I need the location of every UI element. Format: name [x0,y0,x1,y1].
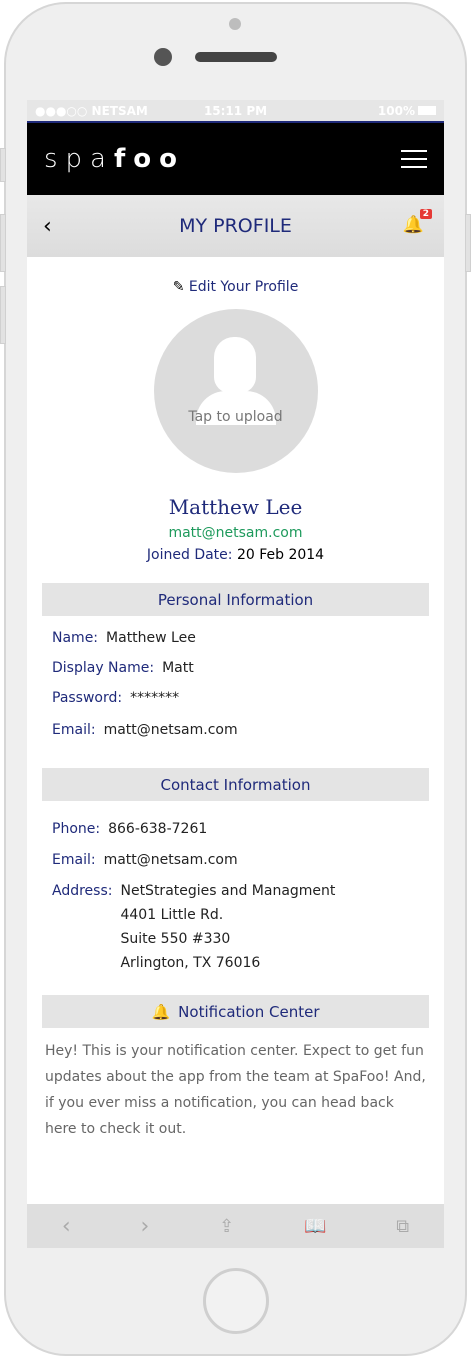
contact-info-header: Contact Information [42,768,429,801]
notification-text: Hey! This is your notification center. E… [45,1043,426,1137]
front-camera [154,48,172,66]
spafoo-logo[interactable]: spafoo [44,144,185,174]
email-value: matt@netsam.com [103,722,238,738]
app-bar: spafoo [27,123,444,195]
pencil-icon: ✎ [172,279,185,295]
mute-switch [0,148,6,182]
contact-email-label: Email: [52,852,96,868]
share-icon[interactable]: ⇪ [219,1216,234,1237]
profile-name: Matthew Lee [168,495,303,519]
volume-up-button [0,214,6,272]
tabs-icon[interactable]: ⧉ [396,1216,409,1237]
clock: 15:11 PM [203,103,268,118]
joined-label: Joined Date: [146,547,233,563]
power-button [465,214,471,272]
browser-forward-icon[interactable]: › [141,1214,150,1239]
screen: ●●●○○ NETSAM 15:11 PM 100% spafoo ‹ MY P… [27,100,444,1248]
hamburger-menu-icon[interactable] [401,150,427,168]
profile-email: matt@netsam.com [168,525,303,541]
password-label: Password: [52,690,123,706]
earpiece-speaker [195,52,277,62]
personal-info: Name: Matthew Lee Display Name: Matt Passw… [27,630,444,752]
back-chevron-icon[interactable]: ‹ [43,214,52,239]
person-silhouette-icon [213,337,256,393]
joined-value: 20 Feb 2014 [236,547,325,563]
home-button[interactable] [203,1268,269,1334]
notification-badge: 2 [419,209,432,219]
personal-info-header: Personal Information [42,583,429,616]
browser-toolbar: ‹ › ⇪ 📖 ⧉ [27,1204,444,1248]
phone-value: 866-638-7261 [108,821,208,837]
volume-down-button [0,286,6,344]
edit-profile-link[interactable]: ✎ Edit Your Profile [27,279,444,295]
address-value: NetStrategies and Managment 4401 Little R… [120,883,336,971]
password-value: ******* [130,690,180,706]
name-label: Name: [52,630,99,646]
upload-hint: Tap to upload [188,409,283,425]
status-bar: ●●●○○ NETSAM 15:11 PM 100% [27,100,444,123]
display-name-value: Matt [162,660,194,676]
contact-info: Phone: 866-638-7261 Email: matt@netsam.com… [27,821,444,975]
display-name-label: Display Name: [52,660,155,676]
name-value: Matthew Lee [106,630,196,646]
email-label: Email: [52,722,96,738]
bell-icon: 🔔 [151,1002,171,1021]
title-bar: ‹ MY PROFILE 🔔 2 [27,195,444,257]
page-title: MY PROFILE [179,215,292,237]
notification-center-header: 🔔 Notification Center [42,995,429,1028]
address-label: Address: [52,883,113,899]
bookmarks-icon[interactable]: 📖 [304,1216,326,1237]
browser-back-icon[interactable]: ‹ [62,1214,71,1239]
avatar-upload[interactable]: Tap to upload [153,309,318,473]
front-sensor [229,18,241,30]
phone-label: Phone: [52,821,101,837]
